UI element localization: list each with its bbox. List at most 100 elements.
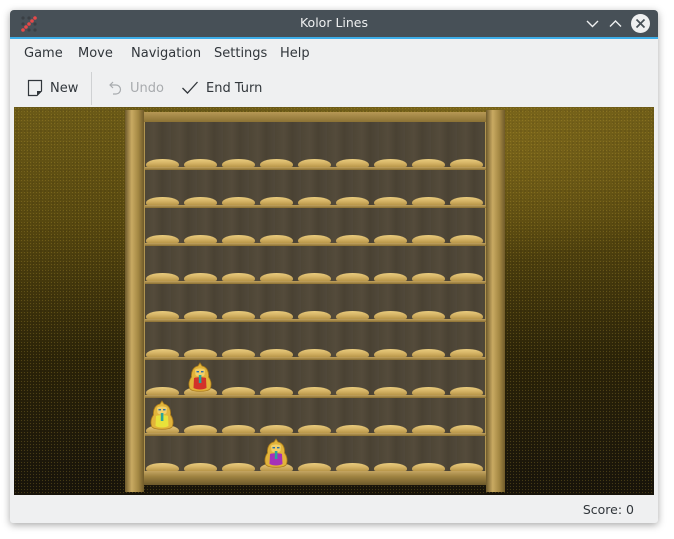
board-cell[interactable] [450, 159, 483, 167]
board-cell[interactable] [298, 159, 331, 167]
board-cell[interactable] [412, 159, 445, 167]
board-cell[interactable] [374, 235, 407, 243]
title-bar[interactable]: Kolor Lines [10, 10, 658, 39]
board-cell[interactable] [260, 197, 293, 205]
board-cell[interactable] [412, 273, 445, 281]
board-cell[interactable] [374, 463, 407, 471]
board-cell[interactable] [260, 273, 293, 281]
new-game-button[interactable]: New [27, 76, 78, 100]
board-cell[interactable] [450, 197, 483, 205]
game-board[interactable] [14, 107, 654, 495]
pharaoh-piece-purple[interactable] [263, 437, 289, 469]
board-cell[interactable] [260, 425, 293, 433]
board-cell[interactable] [412, 197, 445, 205]
board-cell[interactable] [222, 273, 255, 281]
board-cell[interactable] [222, 425, 255, 433]
menu-move[interactable]: Move [78, 46, 113, 61]
board-cell[interactable] [374, 425, 407, 433]
board-cell[interactable] [450, 387, 483, 395]
board-cell[interactable] [412, 463, 445, 471]
shelf-line [145, 433, 486, 436]
board-cell[interactable] [146, 235, 179, 243]
maximize-button[interactable] [607, 15, 624, 32]
board-cell[interactable] [184, 349, 217, 357]
board-cell[interactable] [298, 349, 331, 357]
board-cell[interactable] [298, 311, 331, 319]
board-cell[interactable] [146, 349, 179, 357]
board-cell[interactable] [184, 463, 217, 471]
board-cell[interactable] [260, 311, 293, 319]
board-cell[interactable] [336, 197, 369, 205]
toolbar: New Undo End Turn [10, 70, 658, 106]
shelf-line [145, 281, 486, 284]
board-cell[interactable] [222, 349, 255, 357]
board-cell[interactable] [298, 463, 331, 471]
board-cell[interactable] [374, 159, 407, 167]
board-cell[interactable] [336, 311, 369, 319]
board-cell[interactable] [450, 463, 483, 471]
board-cell[interactable] [146, 197, 179, 205]
pharaoh-piece-red[interactable] [187, 361, 213, 393]
board-cell[interactable] [184, 273, 217, 281]
board-cell[interactable] [374, 197, 407, 205]
end-turn-button[interactable]: End Turn [181, 76, 262, 100]
board-cell[interactable] [298, 387, 331, 395]
board-cell[interactable] [260, 235, 293, 243]
board-cell[interactable] [222, 463, 255, 471]
board-cell[interactable] [260, 387, 293, 395]
board-cell[interactable] [298, 235, 331, 243]
board-cell[interactable] [260, 349, 293, 357]
board-cell[interactable] [298, 197, 331, 205]
board-cell[interactable] [450, 425, 483, 433]
board-cell[interactable] [184, 235, 217, 243]
board-cell[interactable] [260, 159, 293, 167]
board-cell[interactable] [412, 311, 445, 319]
board-cell[interactable] [298, 273, 331, 281]
board-cell[interactable] [336, 159, 369, 167]
board-cell[interactable] [450, 349, 483, 357]
undo-button[interactable]: Undo [107, 76, 164, 100]
board-cell[interactable] [374, 387, 407, 395]
board-cell[interactable] [222, 235, 255, 243]
menu-game[interactable]: Game [24, 46, 63, 61]
board-cell[interactable] [412, 425, 445, 433]
close-button[interactable] [631, 14, 650, 33]
board-cell[interactable] [222, 387, 255, 395]
board-cell[interactable] [336, 235, 369, 243]
board-cell[interactable] [374, 273, 407, 281]
board-cell[interactable] [450, 235, 483, 243]
board-cell[interactable] [374, 311, 407, 319]
board-cell[interactable] [336, 349, 369, 357]
board-cell[interactable] [146, 159, 179, 167]
board-cell[interactable] [146, 387, 179, 395]
board-cell[interactable] [374, 349, 407, 357]
board-cell[interactable] [336, 273, 369, 281]
board-cell[interactable] [412, 349, 445, 357]
shelf-line [145, 243, 486, 246]
board-cell[interactable] [298, 425, 331, 433]
menu-help[interactable]: Help [280, 46, 310, 61]
board-cell[interactable] [184, 197, 217, 205]
board-cell[interactable] [146, 311, 179, 319]
board-cell[interactable] [336, 425, 369, 433]
board-cell[interactable] [222, 197, 255, 205]
board-cell[interactable] [450, 311, 483, 319]
board-cell[interactable] [450, 273, 483, 281]
board-cell[interactable] [412, 387, 445, 395]
close-icon [635, 18, 646, 29]
board-cell[interactable] [222, 311, 255, 319]
board-cell[interactable] [412, 235, 445, 243]
board-cell[interactable] [184, 425, 217, 433]
menu-navigation[interactable]: Navigation [131, 46, 201, 61]
minimize-button[interactable] [584, 15, 601, 32]
board-cell[interactable] [146, 273, 179, 281]
board-cell[interactable] [184, 311, 217, 319]
menu-settings[interactable]: Settings [214, 46, 267, 61]
board-cell[interactable] [336, 463, 369, 471]
pharaoh-piece-yellow[interactable] [149, 399, 175, 431]
board-cell[interactable] [184, 159, 217, 167]
board-cell[interactable] [222, 159, 255, 167]
window-title: Kolor Lines [299, 15, 369, 30]
board-cell[interactable] [336, 387, 369, 395]
board-cell[interactable] [146, 463, 179, 471]
